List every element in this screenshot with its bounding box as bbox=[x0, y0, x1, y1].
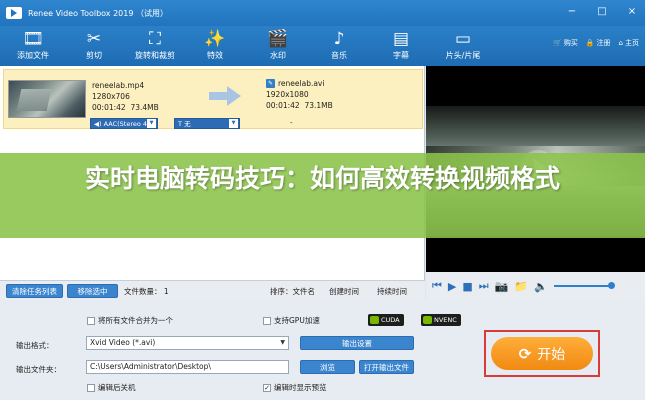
key-icon: 🔒 bbox=[585, 39, 595, 47]
maximize-button[interactable]: □ bbox=[595, 6, 609, 18]
source-size: 73.4MB bbox=[130, 103, 159, 112]
volume-slider[interactable] bbox=[553, 282, 615, 289]
preview-while-editing-checkbox[interactable]: ✓ 编辑时显示预览 bbox=[263, 382, 327, 393]
source-duration: 00:01:42 bbox=[92, 103, 126, 112]
crop-rotate-icon: ⛶ bbox=[149, 29, 161, 49]
music-note-icon: ♪ bbox=[333, 29, 345, 49]
app-logo-icon bbox=[6, 7, 22, 19]
cuda-badge: CUDA bbox=[368, 314, 404, 326]
nvenc-badge: NVENC bbox=[421, 314, 461, 326]
edit-icon[interactable]: ✎ bbox=[266, 79, 275, 88]
intro-outro-icon: ▭ bbox=[454, 29, 472, 49]
banner-title: 实时电脑转码技巧：如何高效转换视频格式 bbox=[84, 164, 560, 193]
subtitle-button[interactable]: ▤ 字幕 bbox=[370, 28, 432, 62]
output-settings-button[interactable]: 输出设置 bbox=[300, 336, 414, 350]
output-format-select[interactable]: Xvid Video (*.avi) ▼ bbox=[86, 336, 289, 350]
output-duration: 00:01:42 bbox=[266, 101, 300, 110]
convert-arrow-icon bbox=[209, 86, 241, 106]
article-banner: 实时电脑转码技巧：如何高效转换视频格式 bbox=[0, 153, 645, 238]
checkbox-box[interactable] bbox=[87, 383, 95, 392]
playback-controls: ⏮ ▶ ■ ⏭ 📷 📁 🔈 bbox=[426, 272, 645, 300]
play-icon[interactable]: ▶ bbox=[448, 280, 456, 293]
rotate-crop-button[interactable]: ⛶ 旋转和裁剪 bbox=[124, 28, 186, 62]
close-button[interactable]: × bbox=[625, 6, 639, 18]
start-button[interactable]: ⟳ 开始 bbox=[491, 337, 593, 370]
output-info: ✎ reneelab.avi 1920x1080 00:01:42 73.1MB bbox=[266, 78, 333, 111]
speaker-icon: ◀) bbox=[94, 120, 102, 128]
title-bar: Renee Video Toolbox 2019 （试用） − □ × bbox=[0, 0, 645, 26]
list-item[interactable]: reneelab.mp4 1280x706 00:01:42 73.4MB ✎ … bbox=[3, 69, 423, 129]
start-button-highlight: ⟳ 开始 bbox=[484, 330, 600, 377]
clear-list-button[interactable]: 清除任务列表 bbox=[6, 284, 63, 298]
merge-files-checkbox[interactable]: 将所有文件合并为一个 bbox=[87, 315, 173, 326]
gpu-acceleration-checkbox[interactable]: 支持GPU加速 bbox=[263, 315, 320, 326]
cart-icon: 🛒 bbox=[553, 39, 562, 47]
effects-icon: ✨ bbox=[204, 29, 226, 49]
volume-icon[interactable]: 🔈 bbox=[534, 280, 548, 293]
buy-link[interactable]: 🛒 购买 bbox=[553, 38, 578, 48]
cut-button[interactable]: ✂ 剪切 bbox=[63, 28, 125, 62]
volume-handle[interactable] bbox=[607, 282, 615, 289]
sort-by-filename[interactable]: 排序：文件名 bbox=[270, 286, 315, 297]
source-info: reneelab.mp4 1280x706 00:01:42 73.4MB bbox=[92, 80, 159, 113]
sort-by-created-time[interactable]: 创建时间 bbox=[329, 286, 359, 297]
watermark-button[interactable]: 🎬 水印 bbox=[247, 28, 309, 62]
chevron-down-icon: ▼ bbox=[229, 119, 238, 128]
browse-button[interactable]: 浏览 bbox=[300, 360, 355, 374]
chevron-down-icon: ▼ bbox=[280, 339, 285, 346]
audio-track-select[interactable]: ◀) AAC(Stereo 4 ▼ bbox=[90, 118, 158, 129]
music-button[interactable]: ♪ 音乐 bbox=[308, 28, 370, 62]
sort-by-duration[interactable]: 持续时间 bbox=[377, 286, 407, 297]
top-links: 🛒 购买 🔒 注册 ⌂ 主页 bbox=[553, 38, 639, 48]
output-resolution: 1920x1080 bbox=[266, 90, 309, 99]
source-resolution: 1280x706 bbox=[92, 92, 130, 101]
scissors-icon: ✂ bbox=[86, 29, 102, 49]
placeholder-dash: - bbox=[290, 119, 293, 127]
open-output-folder-button[interactable]: 打开输出文件 bbox=[359, 360, 414, 374]
nvidia-icon bbox=[423, 316, 432, 324]
subtitle-icon: ▤ bbox=[392, 29, 410, 49]
snapshot-icon[interactable]: 📷 bbox=[495, 280, 509, 293]
output-format-label: 输出格式： bbox=[16, 341, 54, 350]
film-add-icon: 🎞 bbox=[22, 29, 44, 49]
source-filename: reneelab.mp4 bbox=[92, 81, 145, 90]
subtitle-select[interactable]: T 无 ▼ bbox=[174, 118, 240, 129]
output-folder-label: 输出文件夹： bbox=[16, 365, 61, 374]
register-link[interactable]: 🔒 注册 bbox=[586, 38, 611, 48]
previous-icon[interactable]: ⏮ bbox=[432, 279, 442, 293]
checkbox-box[interactable] bbox=[87, 316, 95, 325]
chevron-down-icon: ▼ bbox=[147, 119, 156, 128]
next-icon[interactable]: ⏭ bbox=[479, 279, 489, 293]
output-filename: reneelab.avi bbox=[278, 79, 325, 88]
output-folder-input[interactable]: C:\Users\Administrator\Desktop\ bbox=[86, 360, 289, 374]
effects-button[interactable]: ✨ 特效 bbox=[184, 28, 246, 62]
stop-icon[interactable]: ■ bbox=[462, 280, 472, 293]
list-action-bar: 清除任务列表 移除选中 文件数量： 1 排序：文件名 创建时间 持续时间 bbox=[0, 280, 425, 300]
checkbox-checked[interactable]: ✓ bbox=[263, 383, 271, 392]
add-file-button[interactable]: 🎞 添加文件 bbox=[2, 28, 64, 62]
home-link[interactable]: ⌂ 主页 bbox=[619, 38, 639, 48]
home-icon: ⌂ bbox=[618, 39, 623, 47]
window-controls: − □ × bbox=[565, 6, 639, 18]
window-title: Renee Video Toolbox 2019 （试用） bbox=[28, 8, 168, 18]
minimize-button[interactable]: − bbox=[565, 6, 579, 18]
shutdown-after-checkbox[interactable]: 编辑后关机 bbox=[87, 382, 136, 393]
remove-selected-button[interactable]: 移除选中 bbox=[67, 284, 118, 298]
folder-icon[interactable]: 📁 bbox=[514, 280, 528, 293]
nvidia-icon bbox=[370, 316, 379, 324]
main-toolbar: 🎞 添加文件 ✂ 剪切 ⛶ 旋转和裁剪 ✨ 特效 🎬 水印 ♪ 音乐 ▤ 字幕 … bbox=[0, 26, 645, 66]
file-count: 文件数量： 1 bbox=[124, 287, 169, 296]
checkbox-box[interactable] bbox=[263, 316, 271, 325]
intro-outro-button[interactable]: ▭ 片头/片尾 bbox=[432, 28, 494, 62]
refresh-icon: ⟳ bbox=[518, 344, 532, 363]
output-size: 73.1MB bbox=[304, 101, 333, 110]
video-thumbnail bbox=[8, 80, 86, 118]
text-icon: T bbox=[178, 120, 182, 128]
watermark-icon: 🎬 bbox=[267, 29, 289, 49]
